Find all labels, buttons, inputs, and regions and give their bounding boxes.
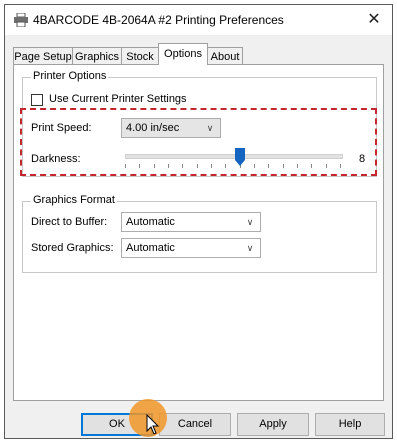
tab-options[interactable]: Options <box>158 43 208 65</box>
tab-label: Options <box>164 48 202 60</box>
chevron-down-icon: ∨ <box>246 243 254 253</box>
stored-graphics-value: Automatic <box>126 242 175 254</box>
direct-to-buffer-value: Automatic <box>126 216 175 228</box>
tab-page-setup[interactable]: Page Setup <box>13 47 73 65</box>
help-label: Help <box>338 418 362 430</box>
help-button[interactable]: Help <box>315 413 385 436</box>
highlight-box <box>20 108 377 176</box>
window-title: 4BARCODE 4B-2064A #2 Printing Preference… <box>33 13 284 27</box>
use-current-settings-label: Use Current Printer Settings <box>49 93 187 105</box>
graphics-format-group: Graphics Format Direct to Buffer: Automa… <box>22 194 377 273</box>
tab-label: About <box>210 51 240 63</box>
tab-stock[interactable]: Stock <box>121 47 159 65</box>
cancel-button[interactable]: Cancel <box>159 413 231 436</box>
tab-label: Stock <box>126 51 154 63</box>
close-icon[interactable]: ✕ <box>356 5 392 35</box>
direct-to-buffer-label: Direct to Buffer: <box>31 216 108 228</box>
apply-button[interactable]: Apply <box>237 413 309 436</box>
tab-graphics[interactable]: Graphics <box>72 47 122 65</box>
group-label: Graphics Format <box>31 194 117 206</box>
tab-label: Graphics <box>74 51 120 63</box>
cancel-label: Cancel <box>177 418 213 430</box>
title-bar: 4BARCODE 4B-2064A #2 Printing Preference… <box>5 5 392 35</box>
chevron-down-icon: ∨ <box>246 217 254 227</box>
apply-label: Apply <box>259 418 287 430</box>
tab-about[interactable]: About <box>207 47 243 65</box>
direct-to-buffer-select[interactable]: Automatic ∨ <box>121 212 261 232</box>
stored-graphics-label: Stored Graphics: <box>31 242 114 254</box>
mouse-cursor-icon <box>146 414 160 435</box>
tab-label: Page Setup <box>14 51 72 63</box>
group-label: Printer Options <box>31 70 109 82</box>
printer-icon <box>13 12 29 28</box>
stored-graphics-select[interactable]: Automatic ∨ <box>121 238 261 258</box>
printing-preferences-dialog: 4BARCODE 4B-2064A #2 Printing Preference… <box>4 4 393 439</box>
ok-label: OK <box>109 418 125 430</box>
use-current-settings-checkbox[interactable] <box>31 94 43 106</box>
